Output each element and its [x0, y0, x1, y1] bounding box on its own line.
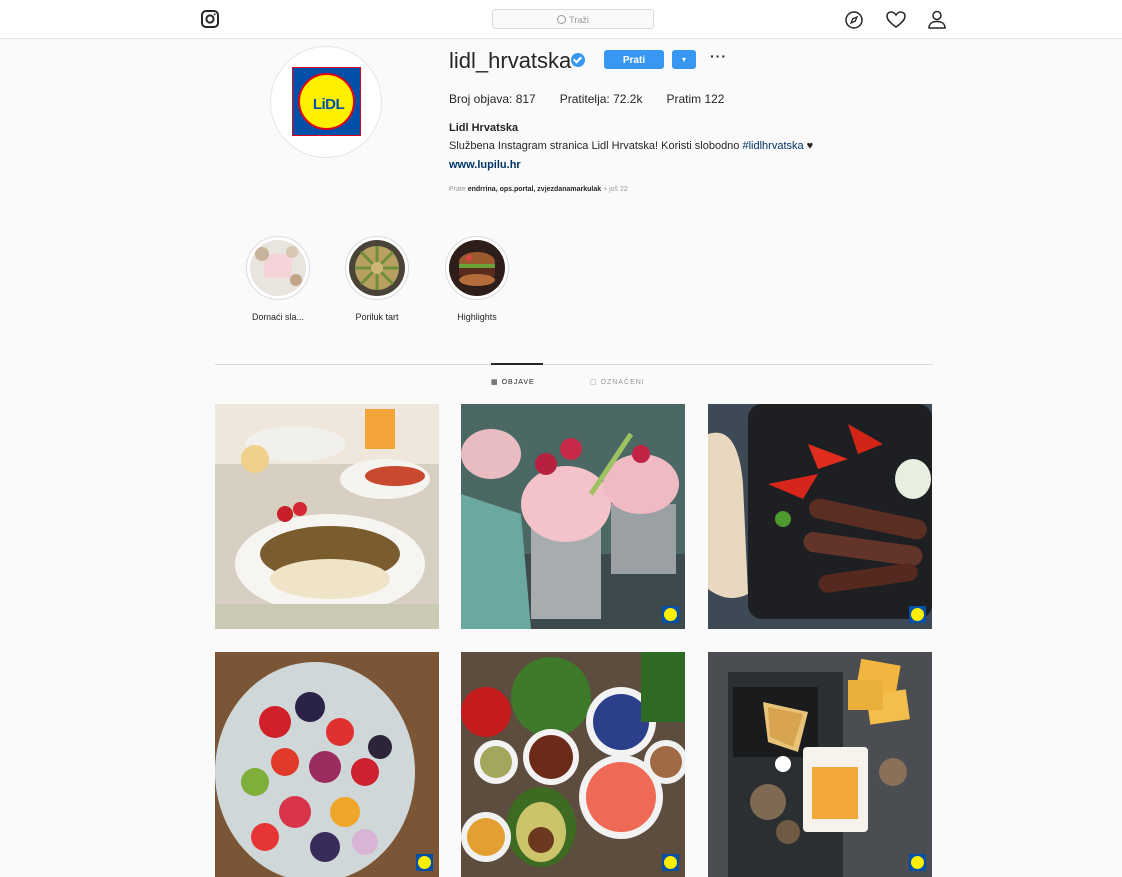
explore-compass-icon[interactable] — [843, 9, 865, 31]
lidl-badge-icon — [909, 606, 926, 623]
highlight-poriluk-tart[interactable] — [345, 236, 409, 300]
followed-by[interactable]: Prate endrrina, ops.portal, zvjezdanamar… — [449, 186, 628, 193]
tab-posts-label: OBJAVE — [501, 379, 535, 386]
instagram-logo-icon[interactable] — [200, 9, 220, 29]
post-thumbnail[interactable] — [708, 652, 932, 877]
verified-badge-icon — [571, 53, 585, 67]
profile-bio: Službena Instagram stranica Lidl Hrvatsk… — [449, 140, 813, 152]
post-thumbnail[interactable] — [708, 404, 932, 629]
highlight-highlights[interactable] — [445, 236, 509, 300]
heart-icon[interactable] — [885, 9, 907, 31]
follow-button[interactable]: Prati — [604, 50, 664, 69]
tag-icon: ▢ — [590, 379, 598, 386]
tab-tagged[interactable]: ▢ OZNAČENI — [590, 378, 645, 386]
profile-user-icon[interactable] — [926, 9, 948, 31]
posts-count: Broj objava: 817 — [449, 92, 536, 106]
followers-count[interactable]: Pratitelja: 72.2k — [560, 92, 643, 106]
tab-tagged-label: OZNAČENI — [600, 379, 645, 386]
tab-posts[interactable]: ▦ OBJAVE — [491, 378, 535, 386]
bio-text: Službena Instagram stranica Lidl Hrvatsk… — [449, 140, 743, 152]
followed-by-more: + još 22 — [601, 186, 628, 193]
search-placeholder: Traži — [569, 15, 589, 25]
bio-hashtag-link[interactable]: #lidlhrvatska — [742, 140, 803, 152]
lidl-badge-icon — [909, 854, 926, 871]
followed-by-prefix: Prate — [449, 186, 468, 193]
following-count[interactable]: Pratim 122 — [666, 92, 724, 106]
post-thumbnail[interactable] — [461, 404, 685, 629]
profile-full-name: Lidl Hrvatska — [449, 122, 519, 134]
highlight-label: Highlights — [457, 312, 497, 322]
lidl-logo: LiDL — [292, 67, 361, 136]
active-tab-indicator — [491, 363, 543, 365]
highlight-label: Poriluk tart — [355, 312, 399, 322]
tabs-divider — [215, 364, 933, 365]
follow-dropdown-button[interactable]: ▾ — [672, 50, 696, 69]
top-nav: Traži — [0, 0, 1122, 39]
post-thumbnail[interactable] — [215, 652, 439, 877]
more-options-button[interactable]: ··· — [710, 48, 727, 64]
post-thumbnail[interactable] — [461, 652, 685, 877]
lidl-badge-icon — [662, 854, 679, 871]
bio-heart: ♥ — [803, 140, 814, 152]
lidl-badge-icon — [416, 854, 433, 871]
lidl-badge-icon — [662, 606, 679, 623]
profile-username: lidl_hrvatska — [449, 48, 572, 73]
followed-by-names: endrrina, ops.portal, zvjezdanamarkulak — [467, 186, 602, 193]
post-thumbnail[interactable] — [215, 404, 439, 629]
lidl-logo-text: LiDL — [312, 96, 345, 113]
search-input[interactable]: Traži — [492, 9, 654, 29]
search-icon — [557, 15, 567, 25]
profile-website-link[interactable]: www.lupilu.hr — [449, 159, 521, 171]
grid-icon: ▦ — [491, 379, 499, 386]
highlight-domaci[interactable] — [246, 236, 310, 300]
profile-stats: Broj objava: 817 Pratitelja: 72.2k Pratim … — [449, 92, 748, 106]
highlight-label: Domaći sla... — [251, 312, 304, 322]
